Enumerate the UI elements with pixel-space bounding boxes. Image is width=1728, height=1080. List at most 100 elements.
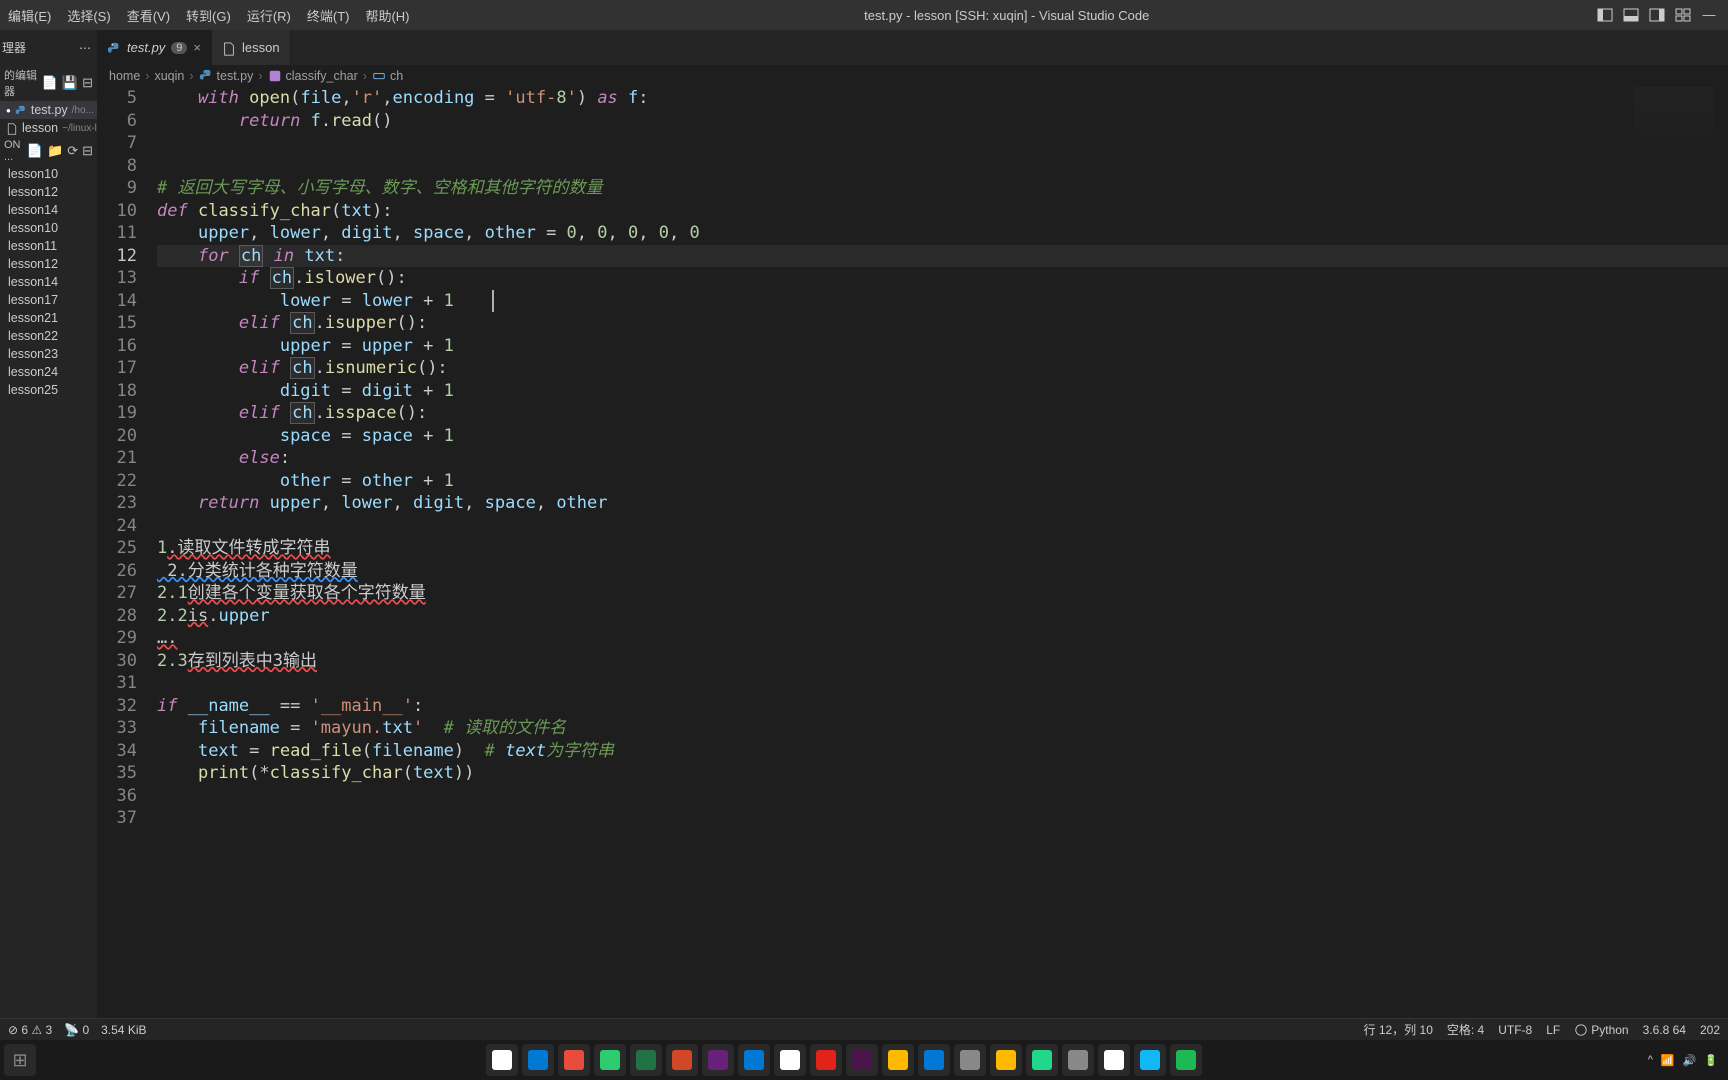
code-line-37[interactable] — [157, 807, 1728, 830]
code-line-10[interactable]: def classify_char(txt): — [157, 200, 1728, 223]
taskbar-notes-icon[interactable] — [990, 1044, 1022, 1076]
taskbar-excel-icon[interactable] — [630, 1044, 662, 1076]
folder-lesson22[interactable]: lesson22 — [0, 327, 97, 345]
taskbar-qq-icon[interactable] — [1134, 1044, 1166, 1076]
code-line-9[interactable]: # 返回大写字母、小写字母、数字、空格和其他字符的数量 — [157, 177, 1728, 200]
code-line-30[interactable]: 2.3存到列表中3输出 — [157, 650, 1728, 673]
tray-network-icon[interactable]: 📶 — [1661, 1054, 1675, 1067]
code-line-23[interactable]: return upper, lower, digit, space, other — [157, 492, 1728, 515]
open-editors-header[interactable]: 的编辑器 📄 💾 ⊟ — [0, 65, 97, 101]
taskbar-spotify-icon[interactable] — [1170, 1044, 1202, 1076]
folder-lesson10[interactable]: lesson10 — [0, 219, 97, 237]
new-file-icon[interactable]: 📄 — [42, 75, 58, 91]
taskbar-edge-icon[interactable] — [522, 1044, 554, 1076]
open-editor-lesson[interactable]: lesson ~/linux-le... — [0, 119, 97, 137]
menu-view[interactable]: 查看(V) — [119, 6, 178, 25]
taskbar-vscode-icon[interactable] — [738, 1044, 770, 1076]
crumb-home[interactable]: home — [109, 69, 140, 83]
folder-lesson11[interactable]: lesson11 — [0, 237, 97, 255]
code-line-5[interactable]: with open(file,'r',encoding = 'utf-8') a… — [157, 87, 1728, 110]
new-file-icon[interactable]: 📄 — [27, 143, 43, 159]
refresh-icon[interactable]: ⟳ — [67, 143, 78, 159]
menu-select[interactable]: 选择(S) — [59, 6, 118, 25]
code-line-14[interactable]: lower = lower + 1 — [157, 290, 1728, 313]
code-line-17[interactable]: elif ch.isnumeric(): — [157, 357, 1728, 380]
crumb-file[interactable]: test.py — [199, 69, 254, 84]
minimize-icon[interactable]: — — [1700, 7, 1718, 24]
status-indent[interactable]: 空格: 4 — [1447, 1021, 1484, 1038]
code-line-19[interactable]: elif ch.isspace(): — [157, 402, 1728, 425]
status-python-version[interactable]: 3.6.8 64 — [1643, 1021, 1686, 1038]
code-line-32[interactable]: if __name__ == '__main__': — [157, 695, 1728, 718]
folder-lesson17[interactable]: lesson17 — [0, 291, 97, 309]
tray-volume-icon[interactable]: 🔊 — [1683, 1054, 1697, 1067]
code-line-36[interactable] — [157, 785, 1728, 808]
code-line-13[interactable]: if ch.islower(): — [157, 267, 1728, 290]
taskbar-files-icon[interactable] — [882, 1044, 914, 1076]
tray-chevron-icon[interactable]: ^ — [1648, 1054, 1653, 1066]
folder-lesson25[interactable]: lesson25 — [0, 381, 97, 399]
taskbar-store-icon[interactable] — [918, 1044, 950, 1076]
code-line-15[interactable]: elif ch.isupper(): — [157, 312, 1728, 335]
status-problems[interactable]: ⊘ 6 ⚠ 3 — [8, 1023, 52, 1037]
code-content[interactable]: with open(file,'r',encoding = 'utf-8') a… — [157, 87, 1728, 1018]
menu-edit[interactable]: 编辑(E) — [0, 6, 59, 25]
code-line-21[interactable]: else: — [157, 447, 1728, 470]
code-line-16[interactable]: upper = upper + 1 — [157, 335, 1728, 358]
menu-terminal[interactable]: 终端(T) — [299, 6, 358, 25]
code-line-22[interactable]: other = other + 1 — [157, 470, 1728, 493]
code-line-35[interactable]: print(*classify_char(text)) — [157, 762, 1728, 785]
status-encoding[interactable]: UTF-8 — [1498, 1021, 1532, 1038]
code-line-34[interactable]: text = read_file(filename) # text为字符串 — [157, 740, 1728, 763]
folder-lesson23[interactable]: lesson23 — [0, 345, 97, 363]
layout-sidebar-icon[interactable] — [1596, 7, 1614, 24]
explorer-more-icon[interactable]: ⋯ — [79, 41, 97, 55]
new-folder-icon[interactable]: 📁 — [47, 143, 63, 159]
layout-panel-icon[interactable] — [1622, 7, 1640, 24]
folder-lesson24[interactable]: lesson24 — [0, 363, 97, 381]
code-line-7[interactable] — [157, 132, 1728, 155]
code-line-25[interactable]: 1.读取文件转成字符串 — [157, 537, 1728, 560]
open-editor-test-py[interactable]: ● test.py /ho... 9 — [0, 101, 97, 119]
code-line-29[interactable]: …. — [157, 627, 1728, 650]
code-line-6[interactable]: return f.read() — [157, 110, 1728, 133]
taskbar-settings-icon[interactable] — [954, 1044, 986, 1076]
taskbar-pycharm-icon[interactable] — [1026, 1044, 1058, 1076]
taskbar-slack-icon[interactable] — [846, 1044, 878, 1076]
code-editor[interactable]: 5678910111213141516171819202122232425262… — [97, 87, 1728, 1018]
folder-lesson14[interactable]: lesson14 — [0, 201, 97, 219]
folder-lesson12[interactable]: lesson12 — [0, 183, 97, 201]
collapse-icon[interactable]: ⊟ — [82, 143, 93, 159]
close-all-icon[interactable]: ⊟ — [82, 75, 93, 91]
code-line-31[interactable] — [157, 672, 1728, 695]
tray-battery-icon[interactable]: 🔋 — [1704, 1054, 1718, 1067]
status-language[interactable]: Python — [1574, 1021, 1628, 1038]
folder-lesson12[interactable]: lesson12 — [0, 255, 97, 273]
code-line-18[interactable]: digit = digit + 1 — [157, 380, 1728, 403]
taskbar-powerpoint-icon[interactable] — [666, 1044, 698, 1076]
taskbar-chrome-icon[interactable] — [486, 1044, 518, 1076]
crumb-function[interactable]: classify_char — [268, 69, 358, 84]
status-cursor[interactable]: 行 12，列 10 — [1364, 1021, 1433, 1038]
tab-lesson[interactable]: lesson — [212, 30, 291, 65]
folder-lesson14[interactable]: lesson14 — [0, 273, 97, 291]
code-line-26[interactable]: 2.分类统计各种字符数量 — [157, 560, 1728, 583]
taskbar-visualstudio-icon[interactable] — [702, 1044, 734, 1076]
project-header[interactable]: ON ... 📄 📁 ⟳ ⊟ — [0, 137, 97, 165]
code-line-8[interactable] — [157, 155, 1728, 178]
status-eol[interactable]: LF — [1546, 1021, 1560, 1038]
code-line-20[interactable]: space = space + 1 — [157, 425, 1728, 448]
layout-customize-icon[interactable] — [1674, 7, 1692, 24]
taskbar-pdf-icon[interactable] — [810, 1044, 842, 1076]
taskbar-security-icon[interactable] — [1062, 1044, 1094, 1076]
menu-help[interactable]: 帮助(H) — [357, 6, 417, 25]
folder-lesson10[interactable]: lesson10 — [0, 165, 97, 183]
code-line-27[interactable]: 2.1创建各个变量获取各个字符数量 — [157, 582, 1728, 605]
crumb-xuqin[interactable]: xuqin — [154, 69, 184, 83]
taskbar-todesk-icon[interactable] — [558, 1044, 590, 1076]
save-all-icon[interactable]: 💾 — [62, 75, 78, 91]
code-line-11[interactable]: upper, lower, digit, space, other = 0, 0… — [157, 222, 1728, 245]
code-line-28[interactable]: 2.2is.upper — [157, 605, 1728, 628]
menu-run[interactable]: 运行(R) — [239, 6, 299, 25]
taskbar-wikipedia-icon[interactable] — [774, 1044, 806, 1076]
